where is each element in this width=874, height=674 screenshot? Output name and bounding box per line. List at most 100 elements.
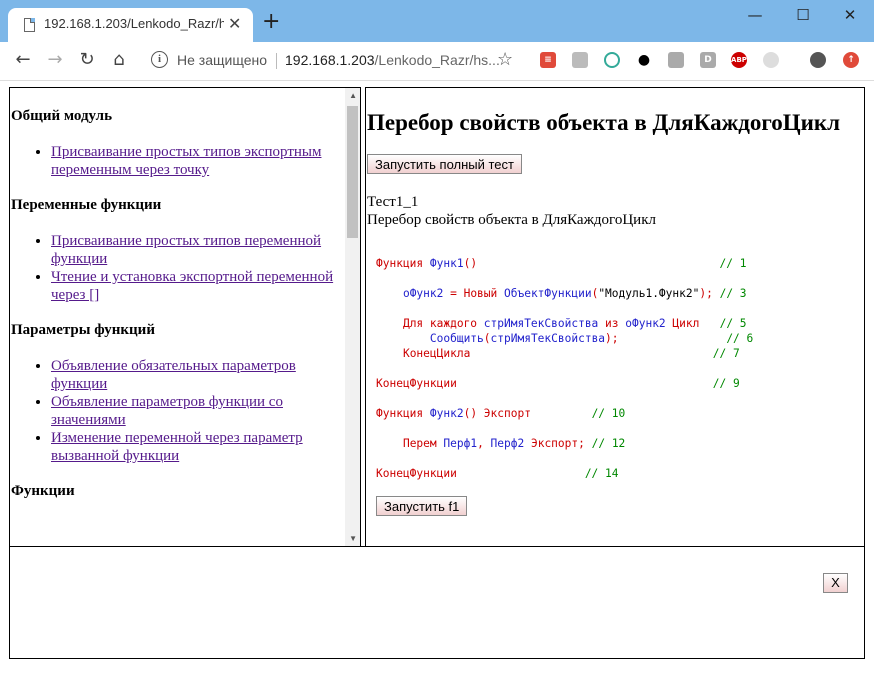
code-token: Сообщить (429, 332, 484, 345)
code-token: ( (483, 332, 491, 345)
code-token: // 14 (584, 467, 619, 480)
code-token: Перем (402, 437, 444, 450)
home-icon[interactable]: ⌂ (108, 50, 130, 70)
code-token: // 7 (712, 347, 740, 360)
code-token: // 10 (591, 407, 626, 420)
code-token: Цикл (665, 317, 700, 330)
test-list: Объявление обязательных параметров функц… (11, 357, 341, 465)
code-token: ); (605, 332, 619, 345)
section-title: Параметры функций (11, 322, 155, 338)
scroll-down-icon[interactable]: ▼ (349, 534, 357, 543)
test-link[interactable]: Присваивание простых типов экспортным пе… (51, 144, 321, 178)
test-list: Присваивание простых типов переменной фу… (11, 232, 341, 304)
test-link[interactable]: Объявление обязательных параметров функц… (51, 358, 296, 392)
code-token: Для каждого (402, 317, 484, 330)
extension-icon[interactable] (572, 52, 588, 68)
security-status[interactable]: Не защищено (177, 52, 267, 68)
test-name: Перебор свойств объекта в ДляКаждогоЦикл (367, 212, 656, 228)
code-token: // 1 (719, 257, 747, 270)
extension-icon[interactable] (668, 52, 684, 68)
code-token: Функция (376, 257, 430, 270)
test-navigation: Общий модуль Присваивание простых типов э… (11, 108, 341, 518)
list-item: Чтение и установка экспортной переменной… (51, 268, 341, 304)
info-icon[interactable]: i (151, 51, 168, 68)
test-link[interactable]: Объявление параметров функции со значени… (51, 394, 283, 428)
code-line: КонецЦикла // 7 (376, 346, 753, 361)
test-link[interactable]: Изменение переменной через параметр вызв… (51, 430, 303, 464)
list-item: Присваивание простых типов экспортным пе… (51, 143, 341, 179)
run-f1-button[interactable]: Запустить f1 (376, 496, 468, 516)
code-line: КонецФункции // 14 (376, 466, 753, 481)
profile-icon[interactable] (810, 52, 826, 68)
window-close-icon[interactable]: ✕ (835, 6, 865, 24)
code-line: Сообщить(стрИмяТекСвойства); // 6 (376, 331, 753, 346)
list-item: Присваивание простых типов переменной фу… (51, 232, 341, 268)
code-token: стрИмяТекСвойства (490, 332, 606, 345)
separator (276, 53, 277, 69)
tab-title: 192.168.1.203/Lenkodo_Razr/hs/ (44, 16, 224, 31)
bottom-frame: X (9, 546, 865, 659)
update-icon[interactable]: ↑ (843, 52, 859, 68)
reload-icon[interactable]: ↻ (76, 50, 98, 70)
right-frame: Перебор свойств объекта в ДляКаждогоЦикл… (365, 87, 865, 547)
test-link[interactable]: Чтение и установка экспортной переменной… (51, 269, 333, 303)
list-item: Объявление параметров функции со значени… (51, 393, 341, 429)
scrollbar[interactable]: ▲ ▼ (345, 88, 360, 546)
new-tab-icon[interactable]: + (262, 11, 280, 33)
code-token: стрИмяТекСвойства (483, 317, 599, 330)
scroll-thumb[interactable] (347, 106, 358, 238)
forward-icon[interactable]: → (44, 50, 66, 70)
code-token: из (598, 317, 626, 330)
code-token: Функция (376, 407, 430, 420)
code-token: // 6 (726, 332, 754, 345)
address-bar[interactable]: 192.168.1.203/Lenkodo_Razr/hs... (285, 52, 500, 68)
extension-eye-icon[interactable]: ● (636, 52, 652, 68)
code-token: // 5 (719, 317, 747, 330)
code-token: Перф2 (490, 437, 525, 450)
url-path: /Lenkodo_Razr/hs... (374, 52, 500, 68)
browser-tab[interactable]: 192.168.1.203/Lenkodo_Razr/hs/ ✕ (8, 8, 253, 42)
page-content: Общий модуль Присваивание простых типов э… (0, 81, 874, 674)
maximize-icon[interactable]: ☐ (788, 6, 818, 24)
code-token: Функ2 (429, 407, 464, 420)
scroll-up-icon[interactable]: ▲ (349, 91, 357, 100)
left-frame[interactable]: Общий модуль Присваивание простых типов э… (9, 87, 361, 547)
list-item: Объявление обязательных параметров функц… (51, 357, 341, 393)
extension-clock-icon[interactable] (604, 52, 620, 68)
code-token: Функ1 (429, 257, 464, 270)
adblock-icon[interactable]: ABP (731, 52, 747, 68)
extension-d-icon[interactable]: D (700, 52, 716, 68)
section-title: Функции (11, 483, 75, 499)
star-icon[interactable]: ☆ (497, 49, 513, 70)
test-id: Тест1_1 (367, 194, 419, 210)
code-token: () (463, 257, 478, 270)
code-line: КонецФункции // 9 (376, 376, 753, 391)
code-token: , (477, 437, 491, 450)
minimize-icon[interactable]: — (740, 6, 770, 24)
code-token: Экспорт; (524, 437, 585, 450)
code-token: КонецФункции (376, 467, 457, 480)
close-button[interactable]: X (823, 573, 848, 593)
extension-icon[interactable] (763, 52, 779, 68)
code-line: Функция Функ1() // 1 (376, 256, 753, 271)
code-line: Для каждого стрИмяТекСвойства из оФунк2 … (376, 316, 753, 331)
title-bar: 192.168.1.203/Lenkodo_Razr/hs/ ✕ + — ☐ ✕ (0, 0, 874, 42)
code-token: оФунк2 (402, 287, 444, 300)
tab-close-icon[interactable]: ✕ (228, 14, 241, 33)
test-link[interactable]: Присваивание простых типов переменной фу… (51, 233, 321, 267)
test-list: Присваивание простых типов экспортным пе… (11, 143, 341, 179)
back-icon[interactable]: ← (12, 50, 34, 70)
extension-stack-icon[interactable]: ≡ (540, 52, 556, 68)
run-full-test-button[interactable]: Запустить полный тест (367, 154, 522, 174)
